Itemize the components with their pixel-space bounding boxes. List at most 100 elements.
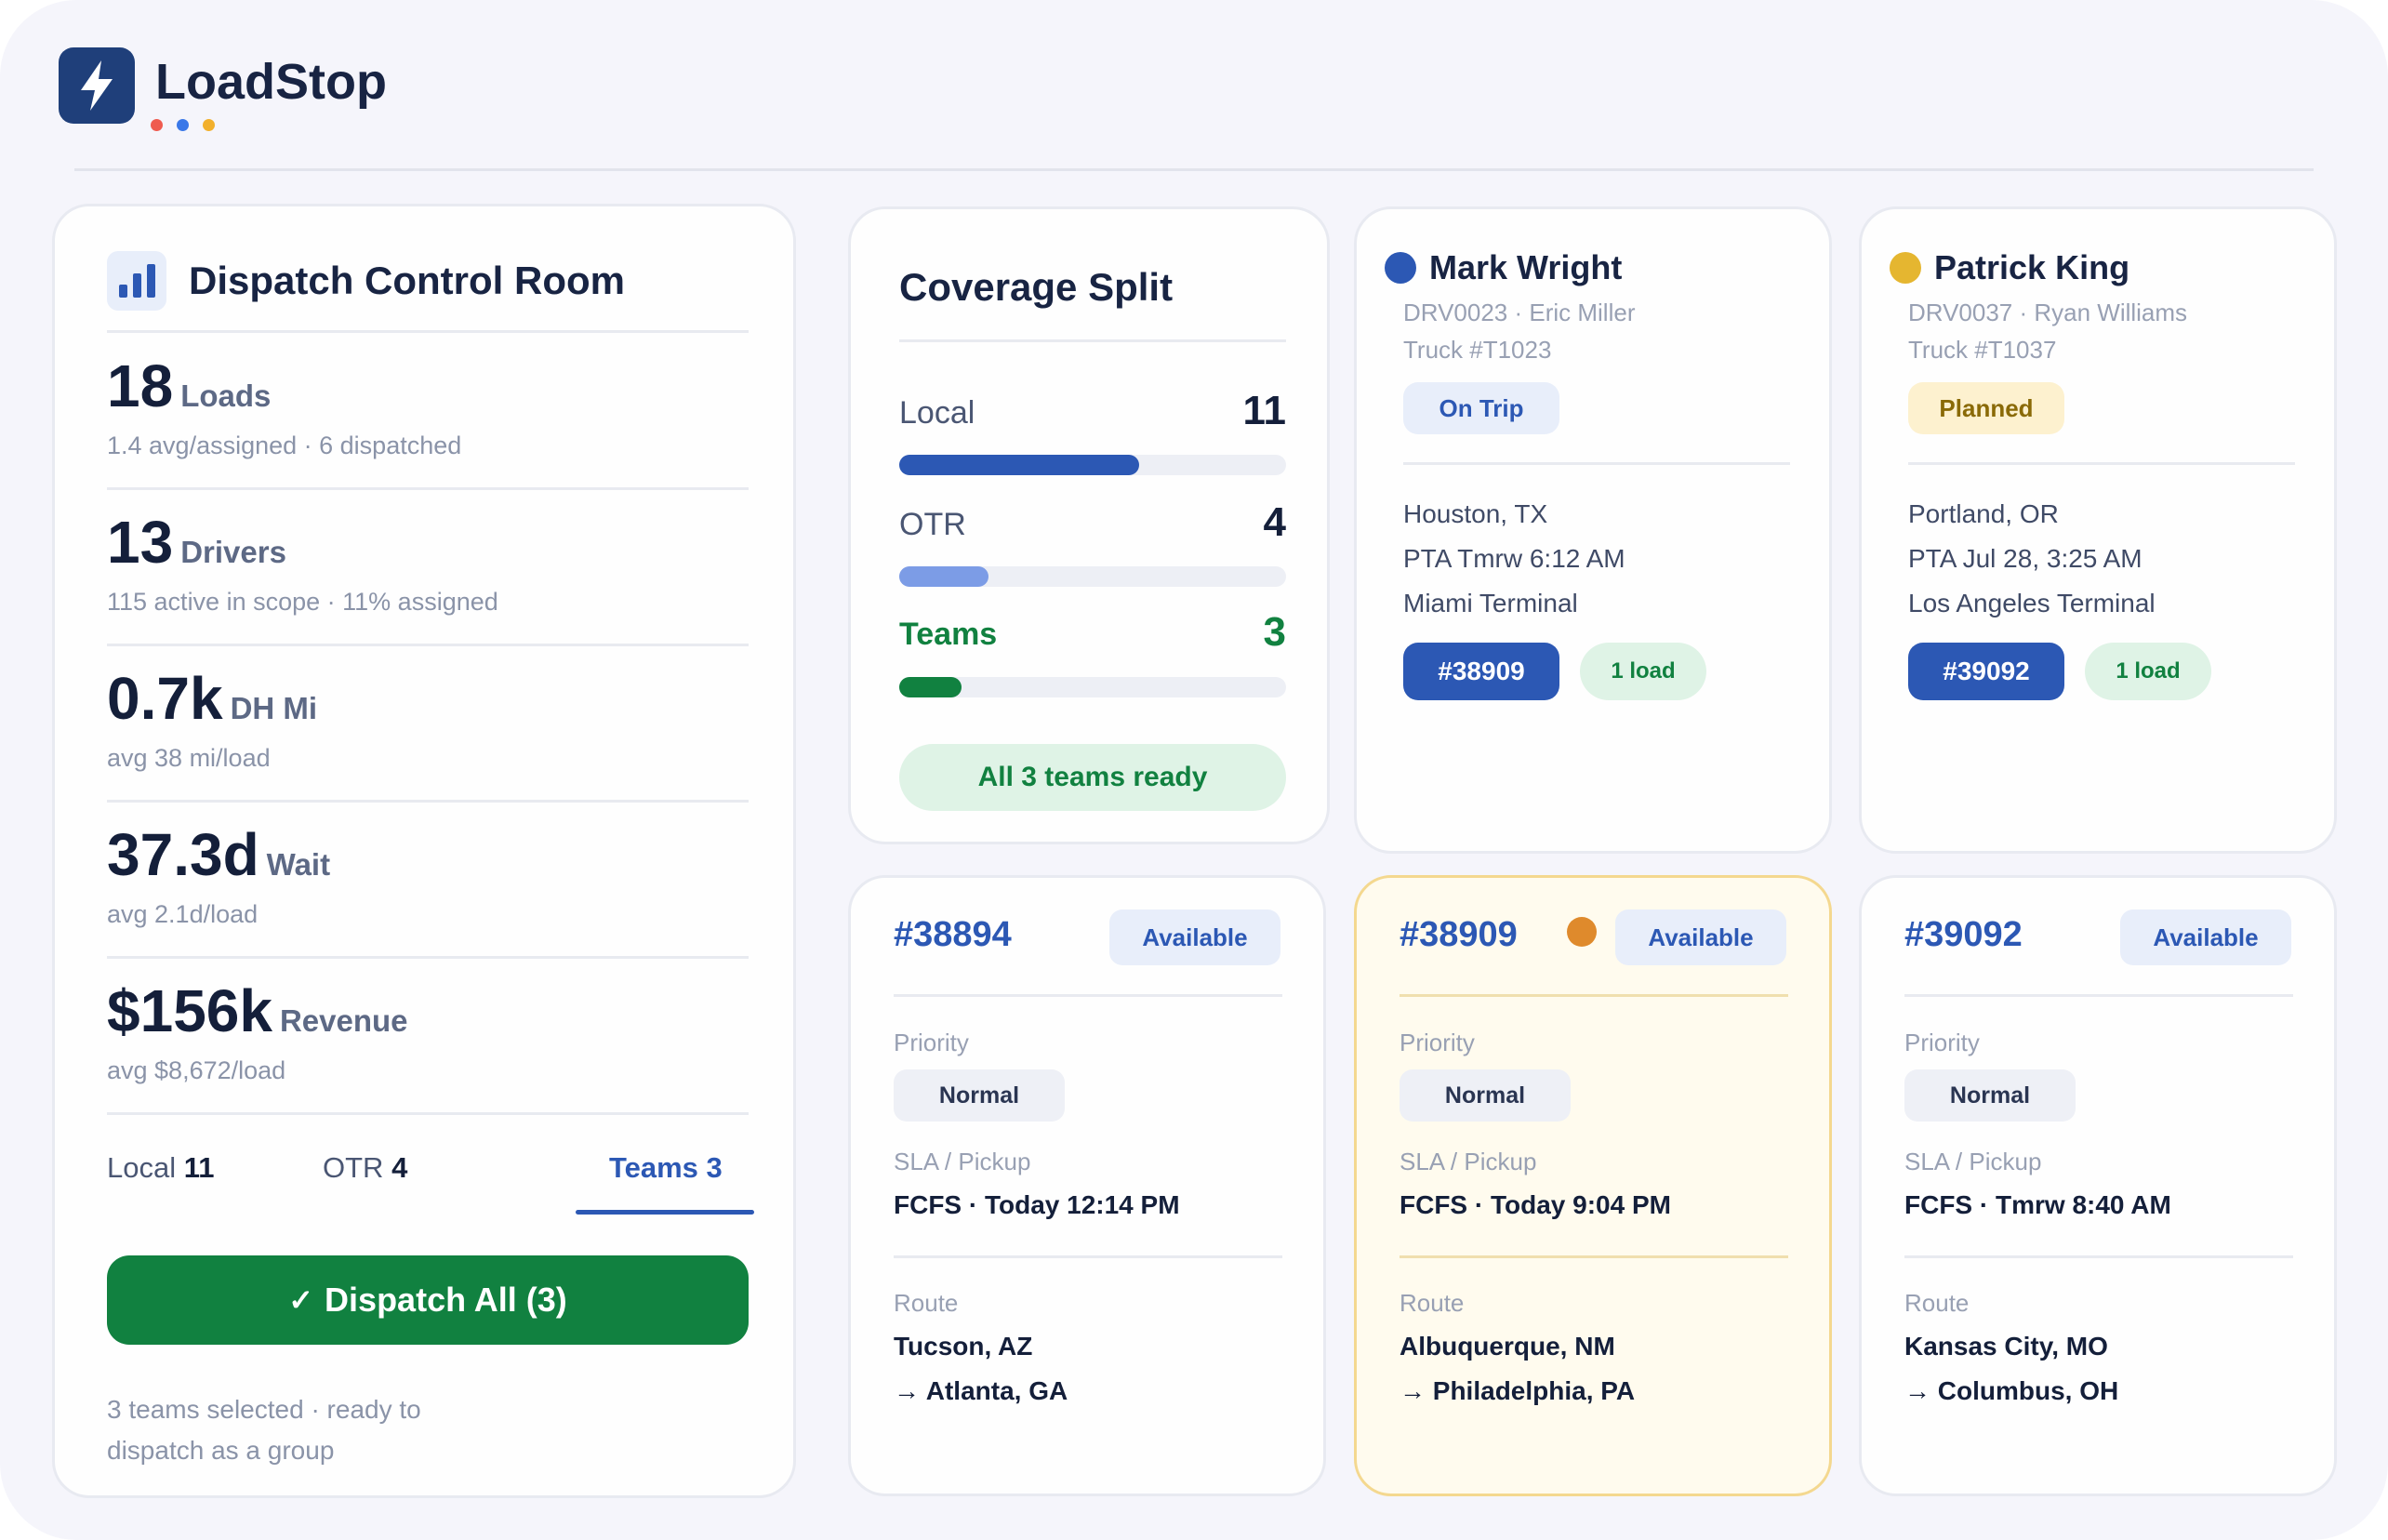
tab-otr[interactable]: OTR 4 [323,1151,407,1185]
driver-status-dot [1890,252,1921,284]
truck-number: Truck #T1023 [1403,336,1552,364]
header-divider [74,168,2314,171]
sla-label: SLA / Pickup [1400,1148,1537,1175]
teams-ready-badge: All 3 teams ready [899,744,1286,811]
priority-label: Priority [1904,1029,1980,1056]
coverage-bar-local [899,455,1286,475]
stat-subtext: avg 2.1d/load [107,900,259,928]
load-card-selected[interactable]: #38909 Available Priority Normal SLA / P… [1354,875,1832,1496]
load-count-badge: 1 load [1580,643,1706,700]
tab-label: Teams 3 [609,1151,723,1184]
coverage-row-teams: Teams 3 [899,609,1286,655]
coverage-bar-teams [899,677,1286,697]
tab-label: Local [107,1151,177,1184]
tab-label: OTR [323,1151,384,1184]
sla-value: FCFS · Tmrw 8:40 AM [1904,1190,2171,1219]
assigned-load-chip[interactable]: #39092 [1908,643,2064,700]
tab-count: 11 [183,1151,215,1184]
load-card[interactable]: #39092 Available Priority Normal SLA / P… [1859,875,2337,1496]
tab-count: 4 [391,1151,408,1184]
stat-unit: Loads [180,378,272,413]
route-origin: Kansas City, MO [1904,1332,2108,1361]
stat-unit: Drivers [180,535,286,569]
truck-number: Truck #T1037 [1908,336,2057,364]
load-status-badge: Available [2120,909,2291,965]
driver-location: Portland, OR [1908,499,2059,528]
priority-badge: Normal [894,1069,1065,1122]
divider [107,487,749,490]
dispatch-control-panel: Dispatch Control Room 18 Loads 1.4 avg/as… [52,204,796,1498]
stat-drivers: 13 Drivers 115 active in scope · 11% assi… [107,510,749,617]
divider [107,644,749,646]
sla-label: SLA / Pickup [1904,1148,2042,1175]
stat-value: 0.7k [107,665,223,732]
divider [107,800,749,803]
stat-subtext: avg 38 mi/load [107,744,271,772]
panel-header: Dispatch Control Room [107,251,625,311]
stat-unit: Revenue [279,1003,408,1038]
selection-note: 3 teams selected · ready to dispatch as … [107,1395,421,1465]
priority-badge: Normal [1904,1069,2076,1122]
driver-status-badge: Planned [1908,382,2064,434]
app-name: LoadStop [155,54,387,110]
priority-label: Priority [894,1029,969,1056]
load-id: #39092 [1904,915,2023,954]
coverage-row-otr: OTR 4 [899,499,1286,545]
divider [1904,1255,2293,1258]
route-origin: Tucson, AZ [894,1332,1033,1361]
driver-id: DRV0023 · Eric Miller [1403,299,1636,326]
sla-value: FCFS · Today 9:04 PM [1400,1190,1671,1219]
coverage-title: Coverage Split [899,265,1174,309]
match-indicator-dot [1567,917,1597,947]
coverage-count: 11 [1242,388,1286,433]
sla-value: FCFS · Today 12:14 PM [894,1190,1180,1219]
load-card[interactable]: #38894 Available Priority Normal SLA / P… [848,875,1326,1496]
stat-subtext: avg $8,672/load [107,1056,286,1084]
stat-deadhead-miles: 0.7k DH Mi avg 38 mi/load [107,666,749,773]
coverage-label: OTR [899,507,966,542]
bar-chart-icon [107,251,166,311]
priority-label: Priority [1400,1029,1475,1056]
driver-card[interactable]: Patrick King DRV0037 · Ryan Williams Tru… [1859,206,2337,854]
divider [1908,462,2295,465]
driver-name: Mark Wright [1429,248,1623,286]
driver-pta: PTA Jul 28, 3:25 AM [1908,544,2143,573]
active-tab-indicator [576,1210,754,1215]
route-origin: Albuquerque, NM [1400,1332,1615,1361]
coverage-label: Teams [899,617,998,652]
sla-label: SLA / Pickup [894,1148,1031,1175]
divider [107,330,749,333]
load-status-badge: Available [1109,909,1280,965]
route-label: Route [1904,1289,1970,1317]
tab-teams[interactable]: Teams 3 [609,1151,723,1185]
tab-local[interactable]: Local 11 [107,1151,215,1185]
driver-location: Houston, TX [1403,499,1548,528]
stat-wait: 37.3d Wait avg 2.1d/load [107,822,749,929]
app-logo[interactable] [59,47,135,124]
driver-status-dot [1385,252,1416,284]
driver-pta: PTA Tmrw 6:12 AM [1403,544,1625,573]
driver-header: Patrick King [1890,248,2129,287]
route-label: Route [894,1289,959,1317]
dispatch-all-label: Dispatch All (3) [325,1281,567,1319]
driver-terminal: Miami Terminal [1403,589,1578,617]
dispatch-all-button[interactable]: ✓ Dispatch All (3) [107,1255,749,1345]
route-destination: → Columbus, OH [1904,1376,2119,1405]
divider [894,994,1282,997]
lane-tabs: Local 11 OTR 4 Teams 3 [107,1151,754,1216]
load-status-badge: Available [1615,909,1786,965]
divider [1400,994,1788,997]
stat-subtext: 1.4 avg/assigned · 6 dispatched [107,431,462,459]
assigned-load-chip[interactable]: #38909 [1403,643,1559,700]
brand-dot-blue [177,119,189,131]
coverage-bar-fill [899,455,1139,475]
brand-dot-red [151,119,163,131]
load-count-badge: 1 load [2085,643,2211,700]
driver-card[interactable]: Mark Wright DRV0023 · Eric Miller Truck … [1354,206,1832,854]
route-destination: → Philadelphia, PA [1400,1376,1636,1405]
driver-header: Mark Wright [1385,248,1622,287]
divider [899,339,1286,342]
divider [1904,994,2293,997]
stat-unit: Wait [266,847,331,882]
priority-badge: Normal [1400,1069,1571,1122]
